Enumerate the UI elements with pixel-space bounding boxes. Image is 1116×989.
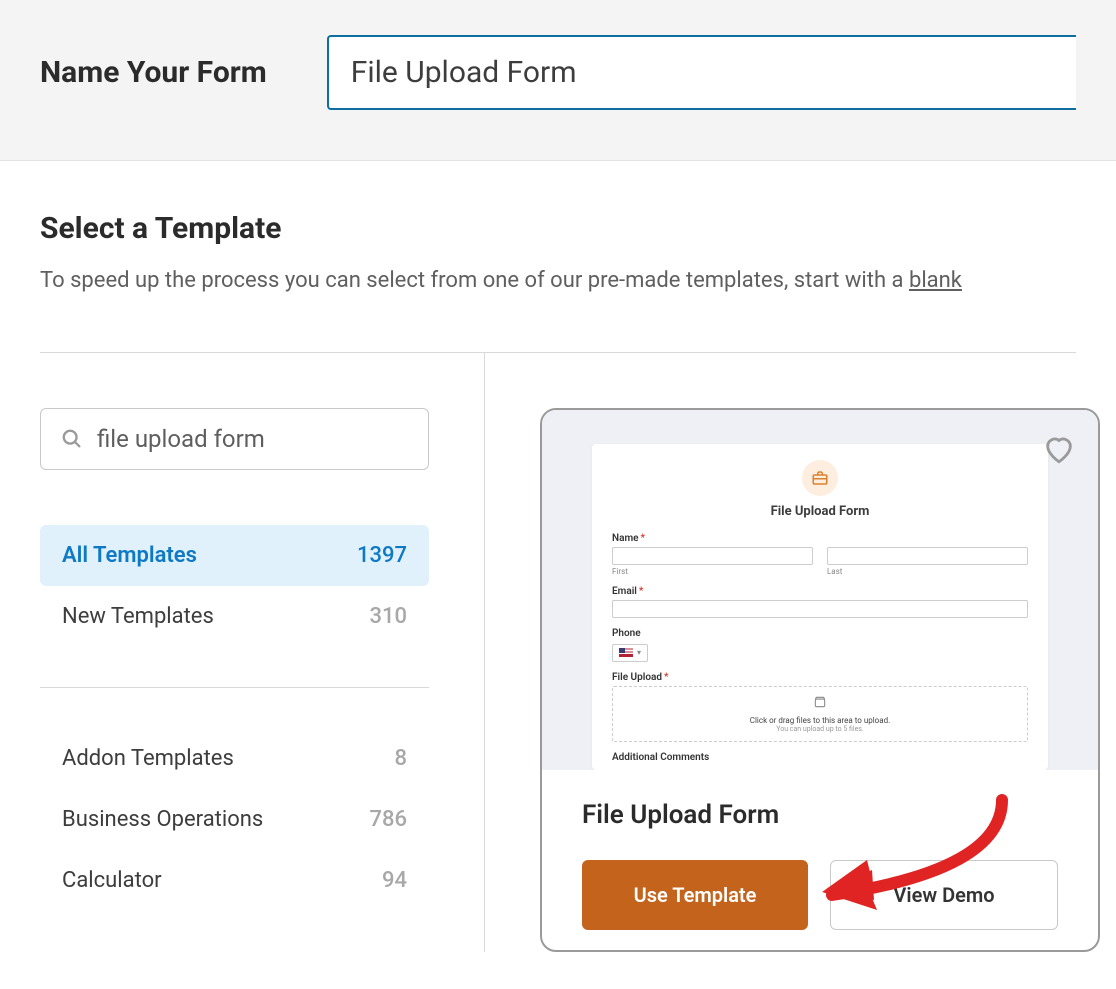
category-calculator[interactable]: Calculator 94 bbox=[40, 850, 429, 911]
category-label: Business Operations bbox=[62, 807, 263, 832]
preview-name-label: Name* bbox=[612, 533, 1028, 544]
upload-line2: You can upload up to 5 files. bbox=[621, 725, 1019, 733]
briefcase-icon bbox=[802, 460, 838, 496]
category-all-templates[interactable]: All Templates 1397 bbox=[40, 525, 429, 586]
category-addon-templates[interactable]: Addon Templates 8 bbox=[40, 728, 429, 789]
category-count: 786 bbox=[369, 807, 407, 832]
search-icon bbox=[61, 428, 83, 450]
subtitle-text: To speed up the process you can select f… bbox=[40, 268, 909, 293]
category-business-operations[interactable]: Business Operations 786 bbox=[40, 789, 429, 850]
preview-upload-label: File Upload* bbox=[612, 672, 1028, 683]
preview-phone-flag: ▾ bbox=[612, 644, 648, 662]
category-count: 1397 bbox=[357, 543, 407, 568]
category-new-templates[interactable]: New Templates 310 bbox=[40, 586, 429, 647]
preview-upload-box: Click or drag files to this area to uplo… bbox=[612, 686, 1028, 742]
preview-additional-label: Additional Comments bbox=[612, 752, 1028, 763]
sidebar: All Templates 1397 New Templates 310 Add… bbox=[40, 353, 485, 952]
category-label: Addon Templates bbox=[62, 746, 234, 771]
category-count: 310 bbox=[369, 604, 407, 629]
use-template-button[interactable]: Use Template bbox=[582, 860, 808, 930]
card-footer: File Upload Form Use Template View Demo bbox=[542, 770, 1098, 950]
form-name-input[interactable] bbox=[327, 35, 1076, 110]
category-divider bbox=[40, 687, 429, 688]
category-count: 8 bbox=[394, 746, 407, 771]
content-area: File Upload Form Name* First Las bbox=[485, 353, 1100, 952]
upload-line1: Click or drag files to this area to uplo… bbox=[621, 716, 1019, 725]
preview-email-label: Email* bbox=[612, 586, 1028, 597]
select-template-heading: Select a Template bbox=[40, 211, 1076, 246]
name-form-label: Name Your Form bbox=[40, 55, 267, 90]
preview-email-input bbox=[612, 600, 1028, 618]
preview-phone-label: Phone bbox=[612, 628, 1028, 639]
search-input[interactable] bbox=[97, 425, 408, 453]
category-label: All Templates bbox=[62, 543, 197, 568]
blank-link[interactable]: blank bbox=[909, 268, 962, 293]
view-demo-button[interactable]: View Demo bbox=[830, 860, 1058, 930]
category-label: Calculator bbox=[62, 868, 162, 893]
form-preview: File Upload Form Name* First Las bbox=[592, 444, 1048, 770]
header-bar: Name Your Form bbox=[0, 0, 1116, 161]
favorite-button[interactable] bbox=[1042, 432, 1076, 466]
preview-first-input bbox=[612, 547, 813, 565]
upload-icon bbox=[813, 695, 827, 709]
preview-last-input bbox=[827, 547, 1028, 565]
preview-first-sublabel: First bbox=[612, 567, 813, 576]
preview-title: File Upload Form bbox=[612, 504, 1028, 519]
category-label: New Templates bbox=[62, 604, 214, 629]
search-container[interactable] bbox=[40, 408, 429, 470]
card-title: File Upload Form bbox=[582, 800, 1058, 830]
preview-last-sublabel: Last bbox=[827, 567, 1028, 576]
template-card: File Upload Form Name* First Las bbox=[540, 408, 1100, 952]
us-flag-icon bbox=[619, 648, 633, 657]
template-preview: File Upload Form Name* First Las bbox=[542, 410, 1098, 770]
category-count: 94 bbox=[382, 868, 407, 893]
select-template-subtitle: To speed up the process you can select f… bbox=[40, 264, 1076, 297]
